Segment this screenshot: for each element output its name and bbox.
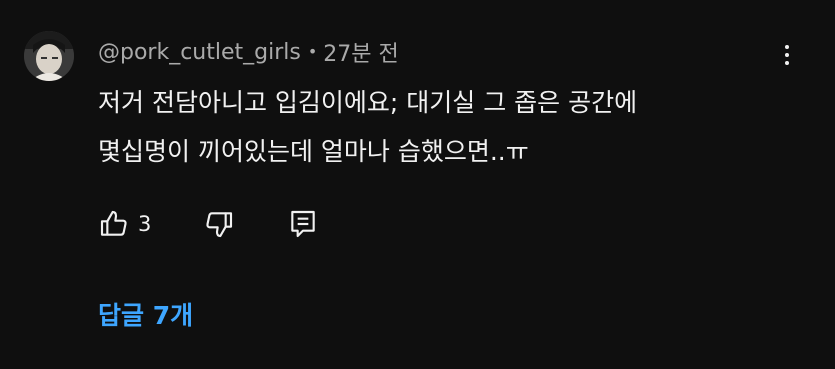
comment-line: 저거 전담아니고 입김이에요; 대기실 그 좁은 공간에 <box>98 88 638 117</box>
menu-dot <box>785 45 789 49</box>
more-vertical-icon[interactable] <box>770 38 804 72</box>
reply-button[interactable] <box>288 208 318 240</box>
author-handle[interactable]: @pork_cutlet_girls <box>98 40 301 65</box>
comment-meta: @pork_cutlet_girls • 27분 전 <box>98 35 399 69</box>
menu-dot <box>785 53 789 57</box>
like-button[interactable]: 3 <box>98 208 151 240</box>
comment-actions: 3 <box>98 204 318 244</box>
replies-button[interactable]: 답글 7개 <box>98 294 193 334</box>
like-count: 3 <box>138 212 152 236</box>
meta-separator: • <box>307 42 318 61</box>
comment-line: 몇십명이 끼어있는데 얼마나 습했으면..ㅠ <box>98 137 529 166</box>
comment-item: @pork_cutlet_girls • 27분 전 저거 전담아니고 입김이에… <box>0 0 835 369</box>
comment-timestamp[interactable]: 27분 전 <box>323 36 398 68</box>
comment-text: 저거 전담아니고 입김이에요; 대기실 그 좁은 공간에 몇십명이 끼어있는데 … <box>98 78 778 176</box>
thumbs-up-icon <box>98 208 130 240</box>
avatar[interactable] <box>24 31 74 81</box>
dislike-button[interactable] <box>203 208 235 240</box>
thumbs-down-icon <box>203 208 235 240</box>
comment-reply-icon <box>288 208 318 240</box>
menu-dot <box>785 61 789 65</box>
